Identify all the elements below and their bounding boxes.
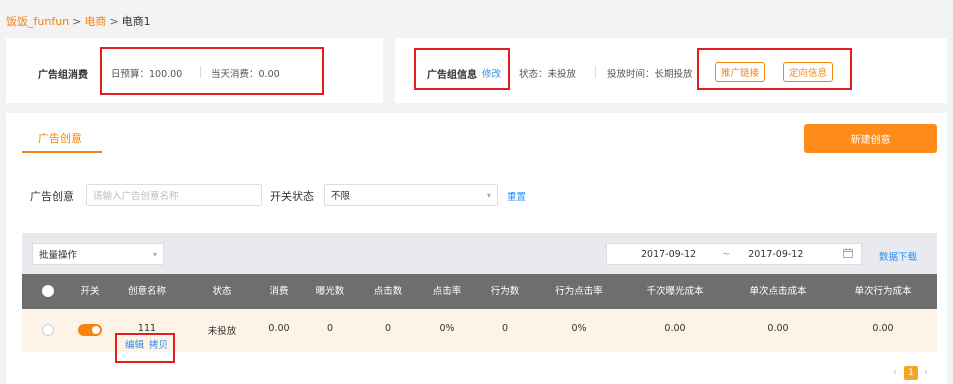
column-header: 点击率 [432, 286, 462, 297]
breadcrumb-link-campaign[interactable]: 电商 [84, 15, 106, 28]
batch-action-select[interactable]: 批量操作 ▾ [32, 243, 164, 265]
highlight-box [697, 48, 852, 90]
cell-clicks: 0 [384, 323, 392, 334]
cell-spend: 0.00 [268, 323, 290, 334]
switch-status-select[interactable]: 不限 ▾ [324, 184, 498, 206]
chevron-down-icon: ▾ [152, 249, 157, 259]
date-start: 2017-09-12 [641, 248, 697, 260]
column-header: 开关 [80, 286, 100, 297]
column-header: 千次曝光成本 [646, 286, 704, 297]
column-header: 曝光数 [315, 286, 345, 297]
divider [595, 66, 596, 78]
cell-cpm: 0.00 [664, 323, 686, 334]
creative-search-input[interactable]: 请输入广告创意名称 [86, 184, 262, 206]
group-status: 状态：未投放 [519, 69, 577, 80]
select-all-checkbox[interactable] [42, 285, 54, 297]
highlight-box [100, 47, 324, 95]
creative-status: 未投放 [207, 326, 237, 337]
row-select-radio[interactable] [42, 324, 54, 336]
cell-actions: 0 [501, 323, 509, 334]
date-separator: ~ [722, 248, 731, 260]
cell-action-ctr: 0% [571, 323, 587, 334]
cell-cpc: 0.00 [767, 323, 789, 334]
tab-creatives[interactable]: 广告创意 [38, 130, 82, 146]
column-header: 单次点击成本 [749, 286, 807, 297]
column-header: 单次行为成本 [854, 286, 912, 297]
switch-status-value: 不限 [331, 191, 351, 202]
batch-action-value: 批量操作 [39, 250, 78, 261]
breadcrumb-separator: > [109, 15, 119, 28]
page-1-button[interactable]: 1 [904, 366, 918, 380]
group-schedule: 投放时间：长期投放 [607, 69, 693, 80]
highlight-box [115, 333, 175, 363]
breadcrumb-current: 电商1 [121, 15, 151, 28]
creative-filter-label: 广告创意 [30, 190, 74, 203]
new-creative-button[interactable]: 新建创意 [804, 124, 937, 153]
chevron-down-icon: ▾ [486, 190, 491, 200]
column-header: 状态 [212, 286, 232, 297]
breadcrumb-link-account[interactable]: 饭饭_funfun [6, 15, 69, 28]
tab-underline [22, 151, 102, 153]
calendar-icon[interactable] [843, 247, 853, 261]
spend-card-title: 广告组消费 [38, 70, 88, 81]
column-header: 行为点击率 [555, 286, 603, 297]
cell-impressions: 0 [326, 323, 334, 334]
column-header: 行为数 [490, 286, 520, 297]
row-status-toggle[interactable] [78, 324, 102, 336]
date-end: 2017-09-12 [748, 248, 804, 260]
cell-ctr: 0% [439, 323, 455, 334]
next-page-icon[interactable]: › [924, 367, 928, 378]
breadcrumb-separator: > [72, 15, 82, 28]
column-header: 点击数 [373, 286, 403, 297]
table-header: 开关 创意名称 状态 消费 曝光数 点击数 点击率 行为数 行为点击率 千次曝光… [22, 274, 937, 309]
prev-page-icon[interactable]: ‹ [893, 367, 897, 378]
download-data-link[interactable]: 数据下载 [879, 249, 917, 263]
reset-link[interactable]: 重置 [507, 189, 526, 203]
highlight-box [414, 48, 510, 90]
breadcrumb: 饭饭_funfun > 电商 > 电商1 [6, 13, 151, 29]
column-header: 创意名称 [127, 286, 167, 297]
creative-search-placeholder: 请输入广告创意名称 [93, 191, 179, 202]
cell-cpa: 0.00 [872, 323, 894, 334]
switch-filter-label: 开关状态 [270, 190, 314, 203]
date-range-picker[interactable]: 2017-09-12 ~ 2017-09-12 [606, 243, 862, 265]
column-header: 消费 [269, 286, 289, 297]
